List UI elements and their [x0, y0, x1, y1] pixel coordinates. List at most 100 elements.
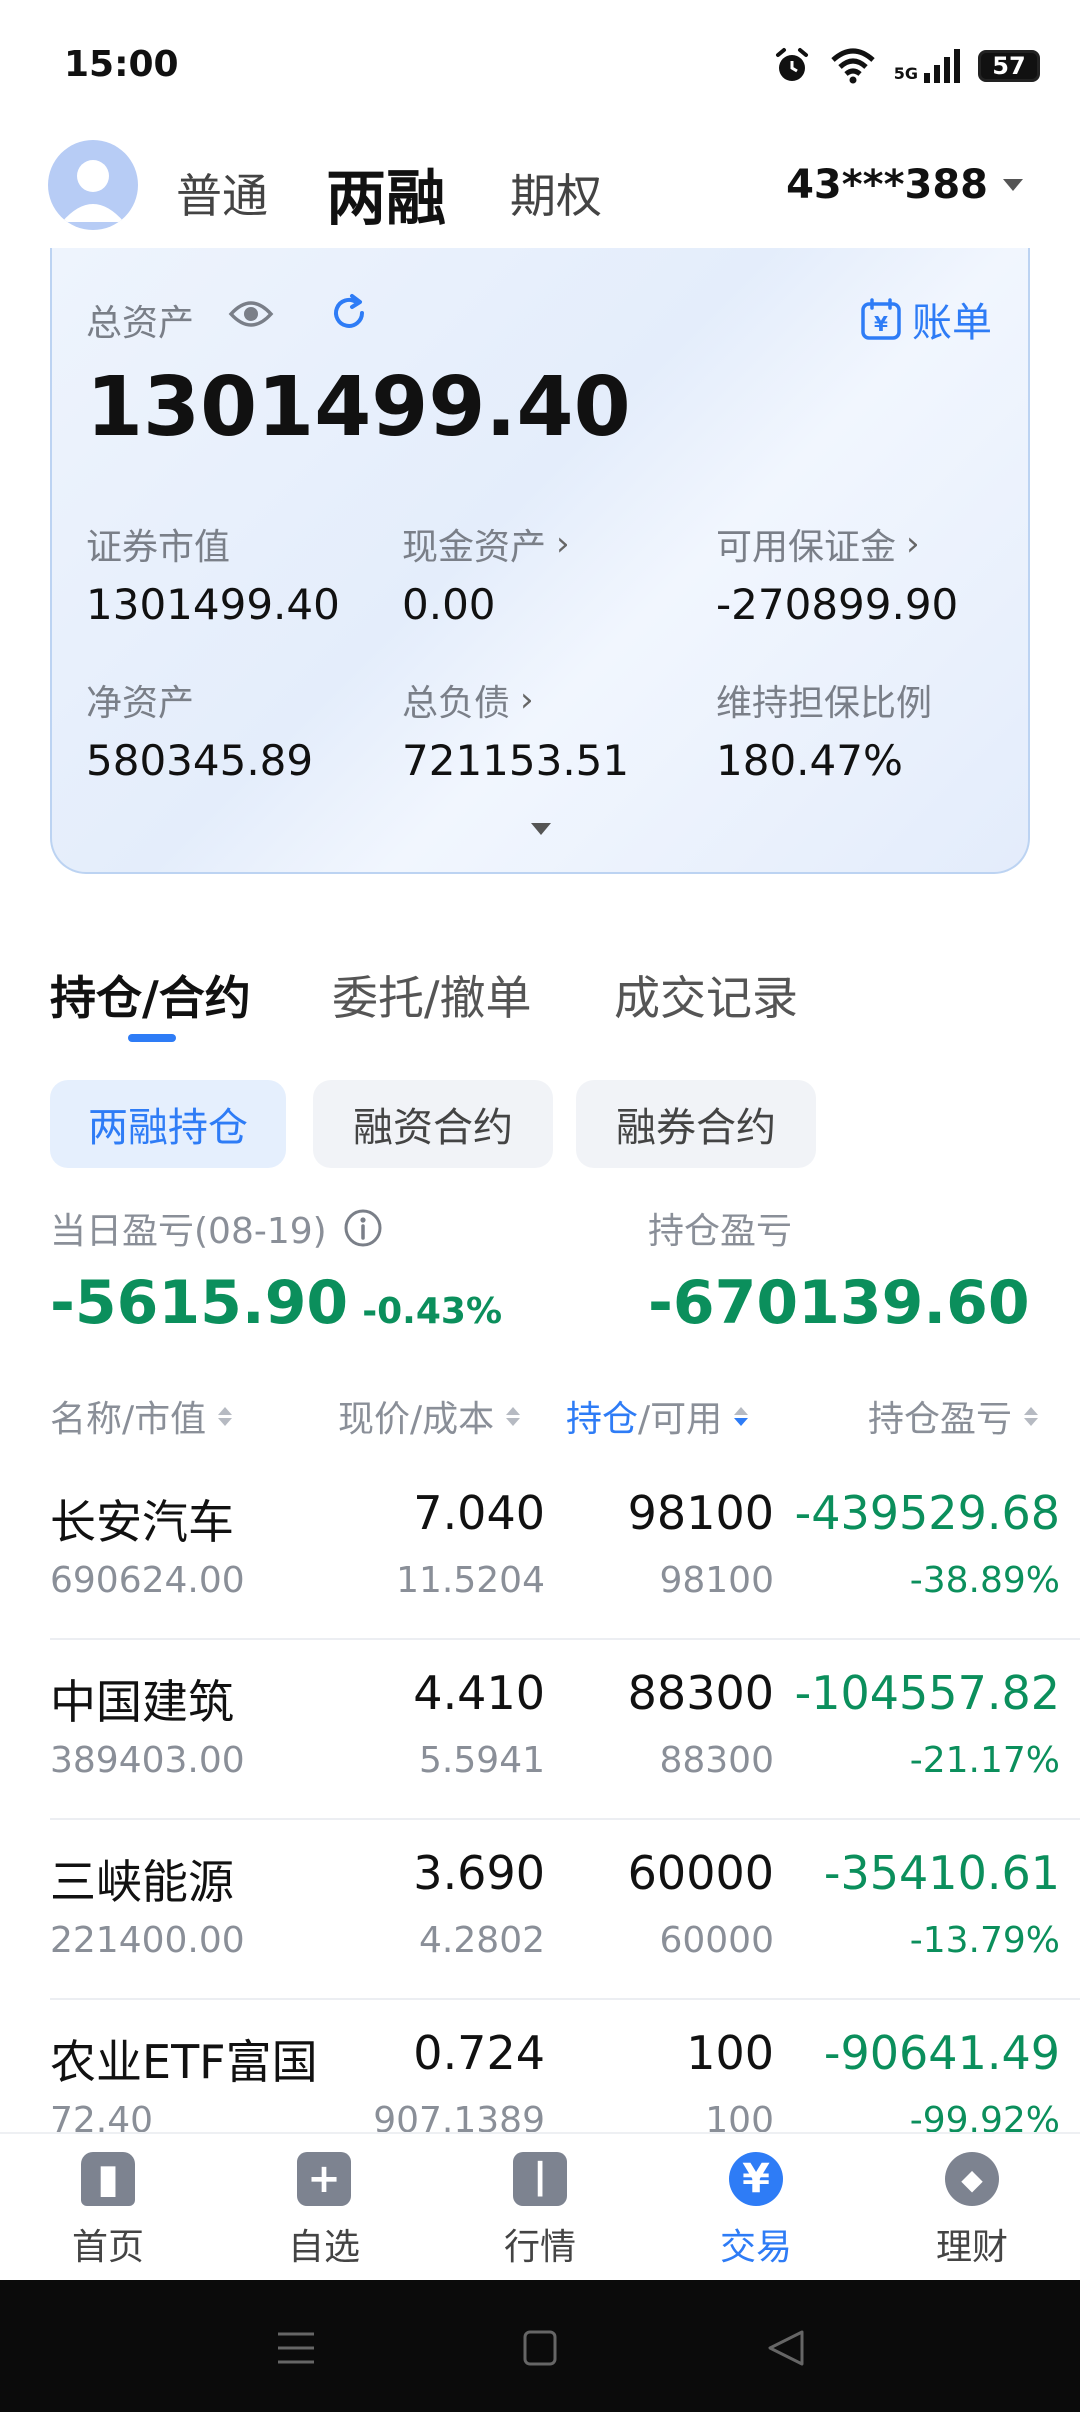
cost-price: 5.5941	[419, 1740, 545, 1781]
status-icons: 5G 57	[772, 46, 1040, 86]
total-assets-value: 1301499.40	[86, 360, 631, 455]
back-icon[interactable]	[766, 2328, 806, 2368]
position-pnl: -90641.49	[823, 2026, 1060, 2080]
header-name-label: 名称/市值	[50, 1399, 207, 1440]
available-margin-label: 可用保证金	[716, 527, 897, 568]
account-tab-options[interactable]: 期权	[510, 160, 602, 226]
statement-label: 账单	[912, 300, 992, 346]
available-qty: 60000	[659, 1920, 774, 1961]
cost-price: 11.5204	[396, 1560, 545, 1601]
current-price: 7.040	[413, 1486, 545, 1540]
account-tab-margin[interactable]: 两融	[326, 150, 446, 237]
stock-name: 长安汽车	[50, 1495, 234, 1549]
market-value: 690624.00	[50, 1560, 245, 1601]
position-pnl-percent: -21.17%	[909, 1740, 1060, 1781]
nav-home[interactable]: ▮ 首页	[0, 2134, 216, 2282]
tab-orders[interactable]: 委托/撤单	[332, 962, 532, 1028]
nav-watchlist[interactable]: + 自选	[216, 2134, 432, 2282]
sort-price-cost[interactable]: 现价/成本	[338, 1390, 521, 1442]
tab-indicator	[128, 1034, 176, 1042]
sort-name-market-value[interactable]: 名称/市值	[50, 1390, 233, 1442]
daily-pnl-label: 当日盈亏(08-19)	[50, 1211, 327, 1252]
market-value: 221400.00	[50, 1920, 245, 1961]
eye-icon[interactable]	[228, 294, 274, 334]
table-row[interactable]: 中国建筑 389403.00 4.410 5.5941 88300 88300 …	[0, 1640, 1080, 1820]
asset-card: 总资产 ¥ 账单 1301499.40 证券市值 1301499.40 现金资产…	[50, 248, 1030, 874]
refresh-icon[interactable]	[328, 292, 370, 334]
maintenance-ratio-label: 维持担保比例	[716, 683, 933, 724]
holding-pnl-value: -670139.60	[648, 1268, 1030, 1338]
sort-icon	[1024, 1406, 1039, 1426]
cash-assets-link[interactable]: 现金资产 ›	[402, 518, 570, 570]
table-row[interactable]: 三峡能源 221400.00 3.690 4.2802 60000 60000 …	[0, 1820, 1080, 2000]
nav-label: 行情	[503, 2227, 576, 2268]
header-holding-label: 持仓	[566, 1399, 639, 1440]
total-liabilities-link[interactable]: 总负债 ›	[402, 674, 534, 726]
nav-label: 首页	[71, 2227, 144, 2268]
cost-price: 4.2802	[419, 1920, 545, 1961]
holding-qty: 100	[686, 2026, 774, 2080]
chip-securities-lending-contracts[interactable]: 融券合约	[576, 1080, 816, 1168]
alarm-icon	[775, 48, 808, 81]
sort-holding-available[interactable]: 持仓/可用	[566, 1390, 749, 1442]
position-pnl: -439529.68	[794, 1486, 1060, 1540]
net-assets-value: 580345.89	[86, 736, 314, 785]
account-tab-normal[interactable]: 普通	[176, 160, 268, 226]
cash-assets-label: 现金资产	[402, 527, 547, 568]
info-icon[interactable]	[343, 1208, 383, 1248]
plus-icon: +	[297, 2152, 351, 2206]
position-pnl: -104557.82	[794, 1666, 1060, 1720]
current-price: 0.724	[413, 2026, 545, 2080]
avatar[interactable]	[48, 140, 138, 230]
tab-trade-records[interactable]: 成交记录	[614, 962, 798, 1028]
account-selector[interactable]: 43***388	[786, 162, 1024, 208]
battery-icon: 57	[978, 50, 1040, 82]
sort-icon	[218, 1406, 233, 1426]
daily-pnl-percent: -0.43%	[362, 1291, 503, 1332]
sort-holding-pnl[interactable]: 持仓盈亏	[868, 1390, 1039, 1442]
tab-positions[interactable]: 持仓/合约	[50, 962, 251, 1028]
menu-icon[interactable]	[276, 2328, 316, 2368]
system-nav-bar	[0, 2280, 1080, 2412]
statement-button[interactable]: ¥ 账单	[860, 290, 992, 348]
stock-name: 中国建筑	[50, 1675, 234, 1729]
home-square-icon[interactable]	[522, 2328, 558, 2368]
holding-pnl-label: 持仓盈亏	[648, 1211, 793, 1252]
bottom-nav: ▮ 首页 + 自选 ┃ 行情 ¥ 交易 ◆ 理财	[0, 2132, 1080, 2282]
account-id: 43***388	[786, 162, 988, 208]
daily-pnl-header: 当日盈亏(08-19)	[50, 1202, 383, 1254]
caret-down-icon	[1003, 179, 1023, 191]
securities-value-label: 证券市值	[86, 527, 231, 568]
cellular-signal-icon: 5G	[894, 49, 960, 83]
sort-desc-icon	[734, 1406, 749, 1426]
nav-wealth[interactable]: ◆ 理财	[864, 2134, 1080, 2282]
stock-name: 三峡能源	[50, 1855, 234, 1909]
daily-pnl-value: -5615.90	[50, 1268, 349, 1338]
diamond-icon: ◆	[945, 2152, 999, 2206]
yen-icon: ¥	[729, 2152, 783, 2206]
chip-financing-contracts[interactable]: 融资合约	[313, 1080, 553, 1168]
chip-margin-positions[interactable]: 两融持仓	[50, 1080, 286, 1168]
nav-label: 理财	[935, 2227, 1008, 2268]
chevron-right-icon: ›	[520, 680, 534, 720]
market-value: 389403.00	[50, 1740, 245, 1781]
expand-caret-icon[interactable]	[530, 822, 552, 836]
holding-qty: 98100	[627, 1486, 774, 1540]
chevron-right-icon: ›	[556, 524, 570, 564]
nav-label: 交易	[719, 2227, 792, 2268]
nav-market[interactable]: ┃ 行情	[432, 2134, 648, 2282]
header-price-label: 现价/成本	[338, 1399, 495, 1440]
status-bar: 15:00 5G 57	[0, 0, 1080, 130]
stock-name: 农业ETF富国	[50, 2035, 318, 2089]
available-margin-link[interactable]: 可用保证金 ›	[716, 518, 920, 570]
sort-icon	[506, 1406, 521, 1426]
nav-trade[interactable]: ¥ 交易	[648, 2134, 864, 2282]
chart-icon: ┃	[513, 2152, 567, 2206]
nav-label: 自选	[287, 2227, 360, 2268]
net-assets-label: 净资产	[86, 683, 195, 724]
position-pnl-percent: -38.89%	[909, 1560, 1060, 1601]
header-available-label: /可用	[638, 1399, 723, 1440]
wifi-icon	[831, 48, 875, 84]
table-row[interactable]: 长安汽车 690624.00 7.040 11.5204 98100 98100…	[0, 1460, 1080, 1640]
home-icon: ▮	[81, 2152, 135, 2206]
